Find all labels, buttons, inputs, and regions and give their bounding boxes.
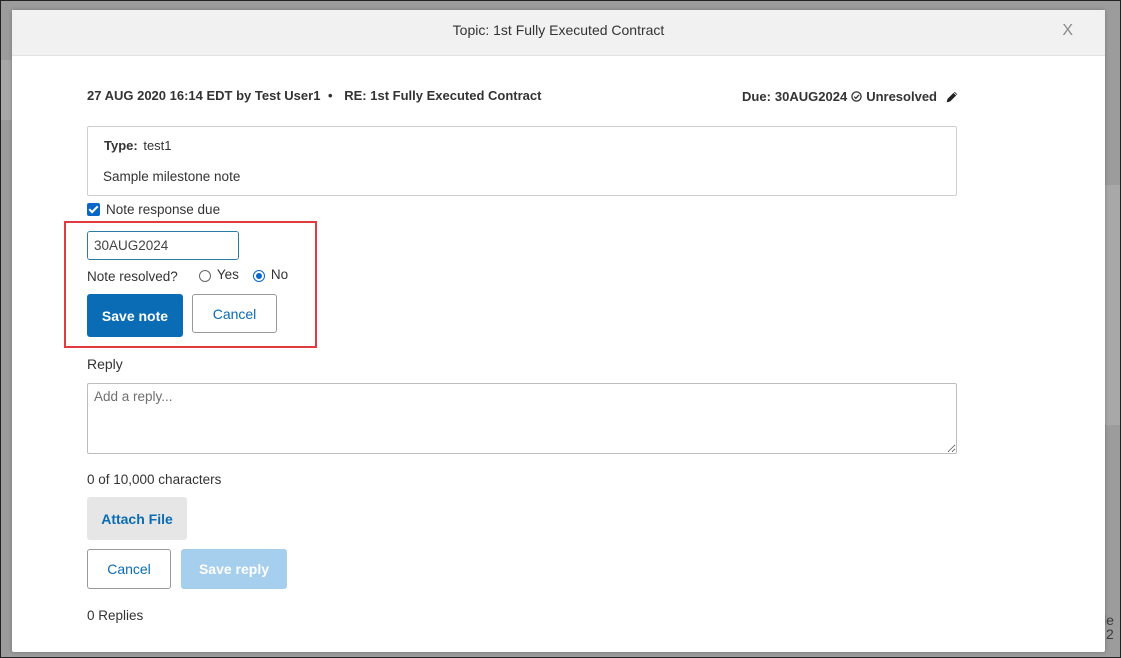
note-type-label: Type: [104, 138, 138, 153]
note-timestamp: 27 AUG 2020 16:14 EDT [87, 88, 233, 103]
due-date-picker [87, 231, 239, 260]
dialog-title: Topic: 1st Fully Executed Contract [452, 22, 665, 38]
note-author: Test User1 [254, 88, 321, 103]
note-dialog: Topic: 1st Fully Executed Contract X 27 … [12, 10, 1105, 652]
due-date-input[interactable] [88, 232, 238, 259]
save-reply-button[interactable]: Save reply [181, 549, 287, 589]
meta-separator: • [328, 88, 333, 103]
pencil-edit-icon[interactable] [945, 90, 959, 104]
note-meta: 27 AUG 2020 16:14 EDT by Test User1 • RE… [87, 88, 541, 103]
note-body: Sample milestone note [103, 169, 241, 184]
due-label: Due: [742, 89, 771, 104]
note-type-value: test1 [143, 138, 172, 153]
note-subject: RE: 1st Fully Executed Contract [344, 88, 542, 103]
resolved-row: Note resolved? Yes No [87, 266, 289, 285]
resolved-no-option[interactable]: No [252, 266, 289, 282]
resolved-question: Note resolved? [87, 269, 178, 284]
replies-count: 0 Replies [87, 608, 144, 623]
note-content-box: Type: test1 Sample milestone note [87, 126, 957, 196]
resolved-yes-option[interactable]: Yes [198, 266, 239, 282]
dialog-header: Topic: 1st Fully Executed Contract X [12, 10, 1105, 56]
reply-label: Reply [87, 356, 123, 372]
cancel-note-button[interactable]: Cancel [192, 294, 277, 333]
note-by-label: by [236, 88, 252, 103]
response-due-checkbox[interactable] [87, 203, 100, 216]
background-panel-right [1105, 185, 1121, 425]
attach-file-button[interactable]: Attach File [87, 497, 187, 540]
cancel-reply-button[interactable]: Cancel [87, 549, 171, 589]
check-circle-icon [851, 91, 862, 102]
note-type: Type: test1 [104, 138, 172, 153]
background-text: 2 [1106, 626, 1114, 642]
resolved-no-label: No [270, 266, 289, 282]
due-status: Due: 30AUG2024 Unresolved [742, 89, 959, 104]
background-panel [0, 60, 12, 120]
due-date: 30AUG2024 [774, 89, 848, 104]
response-due-checkbox-row[interactable]: Note response due [87, 202, 220, 217]
close-button[interactable]: X [1062, 22, 1073, 40]
char-counter: 0 of 10,000 characters [87, 472, 222, 487]
resolved-yes-label: Yes [216, 266, 239, 282]
reply-textarea[interactable] [87, 383, 957, 454]
save-note-button[interactable]: Save note [87, 294, 183, 337]
response-due-label: Note response due [106, 202, 221, 217]
note-status: Unresolved [866, 89, 937, 104]
resolved-no-radio[interactable] [252, 269, 265, 282]
resolved-yes-radio[interactable] [198, 269, 211, 282]
